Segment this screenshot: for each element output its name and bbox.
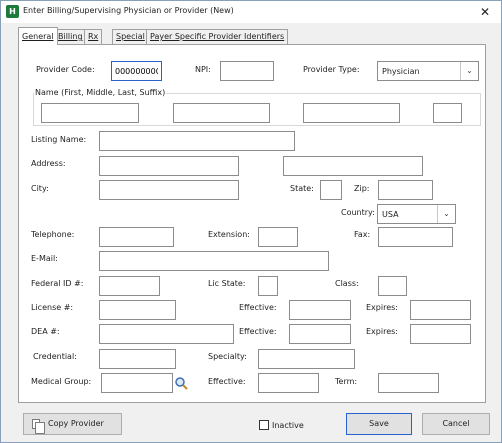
window-title: Enter Billing/Supervising Physician or P… [23,6,234,15]
npi-input[interactable] [220,61,274,81]
dea-input[interactable] [99,324,234,344]
provider-type-label: Provider Type: [303,65,360,74]
listing-name-input[interactable] [99,131,295,151]
country-value: USA [382,210,399,219]
class-input[interactable] [378,276,407,296]
tab-rx[interactable]: Rx [84,29,103,44]
city-input[interactable] [99,180,239,200]
state-input[interactable] [320,180,342,200]
copy-provider-label: Copy Provider [48,419,104,428]
first-name-input[interactable] [41,103,139,123]
city-label: City: [31,184,49,193]
listing-name-label: Listing Name: [31,135,87,144]
specialty-label: Specialty: [208,352,247,361]
suffix-input[interactable] [433,103,462,123]
telephone-input[interactable] [99,227,174,247]
copy-provider-button[interactable]: Copy Provider [23,413,122,435]
chevron-down-icon: ⌄ [437,205,455,223]
magnifier-icon[interactable] [174,376,188,390]
close-button[interactable]: ✕ [474,5,496,19]
country-label: Country: [341,208,375,217]
federal-id-input[interactable] [99,276,160,296]
tab-special[interactable]: Special [112,29,149,44]
email-input[interactable] [99,251,329,271]
dea-effective-label: Effective: [239,327,277,336]
provider-type-select[interactable]: Physician ⌄ [377,61,479,81]
state-label: State: [290,184,314,193]
zip-label: Zip: [354,184,370,193]
license-effective-input[interactable] [289,300,351,320]
tab-billing-label: Billing [58,32,83,41]
license-label: License #: [31,303,74,312]
medical-group-effective-input[interactable] [258,373,319,393]
address-line2-input[interactable] [283,156,423,176]
copy-icon [32,419,45,434]
class-label: Class: [335,279,359,288]
tab-general-label: General [22,32,54,41]
provider-code-label: Provider Code: [36,65,95,74]
dea-expires-label: Expires: [366,327,398,336]
specialty-input[interactable] [258,349,355,369]
dea-expires-input[interactable] [410,324,471,344]
extension-input[interactable] [258,227,298,247]
fax-input[interactable] [378,227,453,247]
fax-label: Fax: [354,230,371,239]
license-expires-input[interactable] [410,300,471,320]
last-name-input[interactable] [303,103,400,123]
dea-effective-input[interactable] [289,324,351,344]
federal-id-label: Federal ID #: [31,279,84,288]
tab-special-label: Special [116,32,145,41]
license-input[interactable] [99,300,176,320]
medical-group-effective-label: Effective: [208,377,246,386]
lic-state-label: Lic State: [208,279,246,288]
credential-label: Credential: [33,352,77,361]
email-label: E-Mail: [31,254,58,263]
tab-general[interactable]: General [18,27,58,45]
tab-rx-label: Rx [88,32,99,41]
dialog-window: H Enter Billing/Supervising Physician or… [0,0,502,443]
term-label: Term: [335,377,358,386]
extension-label: Extension: [208,230,250,239]
telephone-label: Telephone: [31,230,75,239]
medical-group-label: Medical Group: [31,377,92,386]
license-expires-label: Expires: [366,303,398,312]
save-button[interactable]: Save [346,413,412,435]
credential-input[interactable] [99,349,176,369]
inactive-checkbox[interactable] [259,420,269,430]
chevron-down-icon: ⌄ [460,62,478,80]
license-effective-label: Effective: [239,303,277,312]
cancel-button[interactable]: Cancel [422,413,490,435]
term-input[interactable] [378,373,439,393]
name-group-label: Name (First, Middle, Last, Suffix) [34,88,167,97]
country-select[interactable]: USA ⌄ [377,204,456,224]
tab-payer-specific-provider-identifiers[interactable]: Payer Specific Provider Identifiers [146,29,289,44]
provider-code-input[interactable] [111,61,162,81]
address-label: Address: [31,159,66,168]
lic-state-input[interactable] [258,276,278,296]
zip-input[interactable] [378,180,433,200]
npi-label: NPI: [195,65,211,74]
tab-billing[interactable]: Billing [54,29,87,44]
inactive-label: Inactive [272,421,304,430]
app-icon: H [6,5,19,18]
tab-payer-label: Payer Specific Provider Identifiers [150,32,285,41]
medical-group-input[interactable] [101,373,173,393]
dea-label: DEA #: [31,327,60,336]
address-line1-input[interactable] [99,156,239,176]
provider-type-value: Physician [382,67,420,76]
middle-name-input[interactable] [173,103,270,123]
title-bar: H Enter Billing/Supervising Physician or… [1,1,501,23]
